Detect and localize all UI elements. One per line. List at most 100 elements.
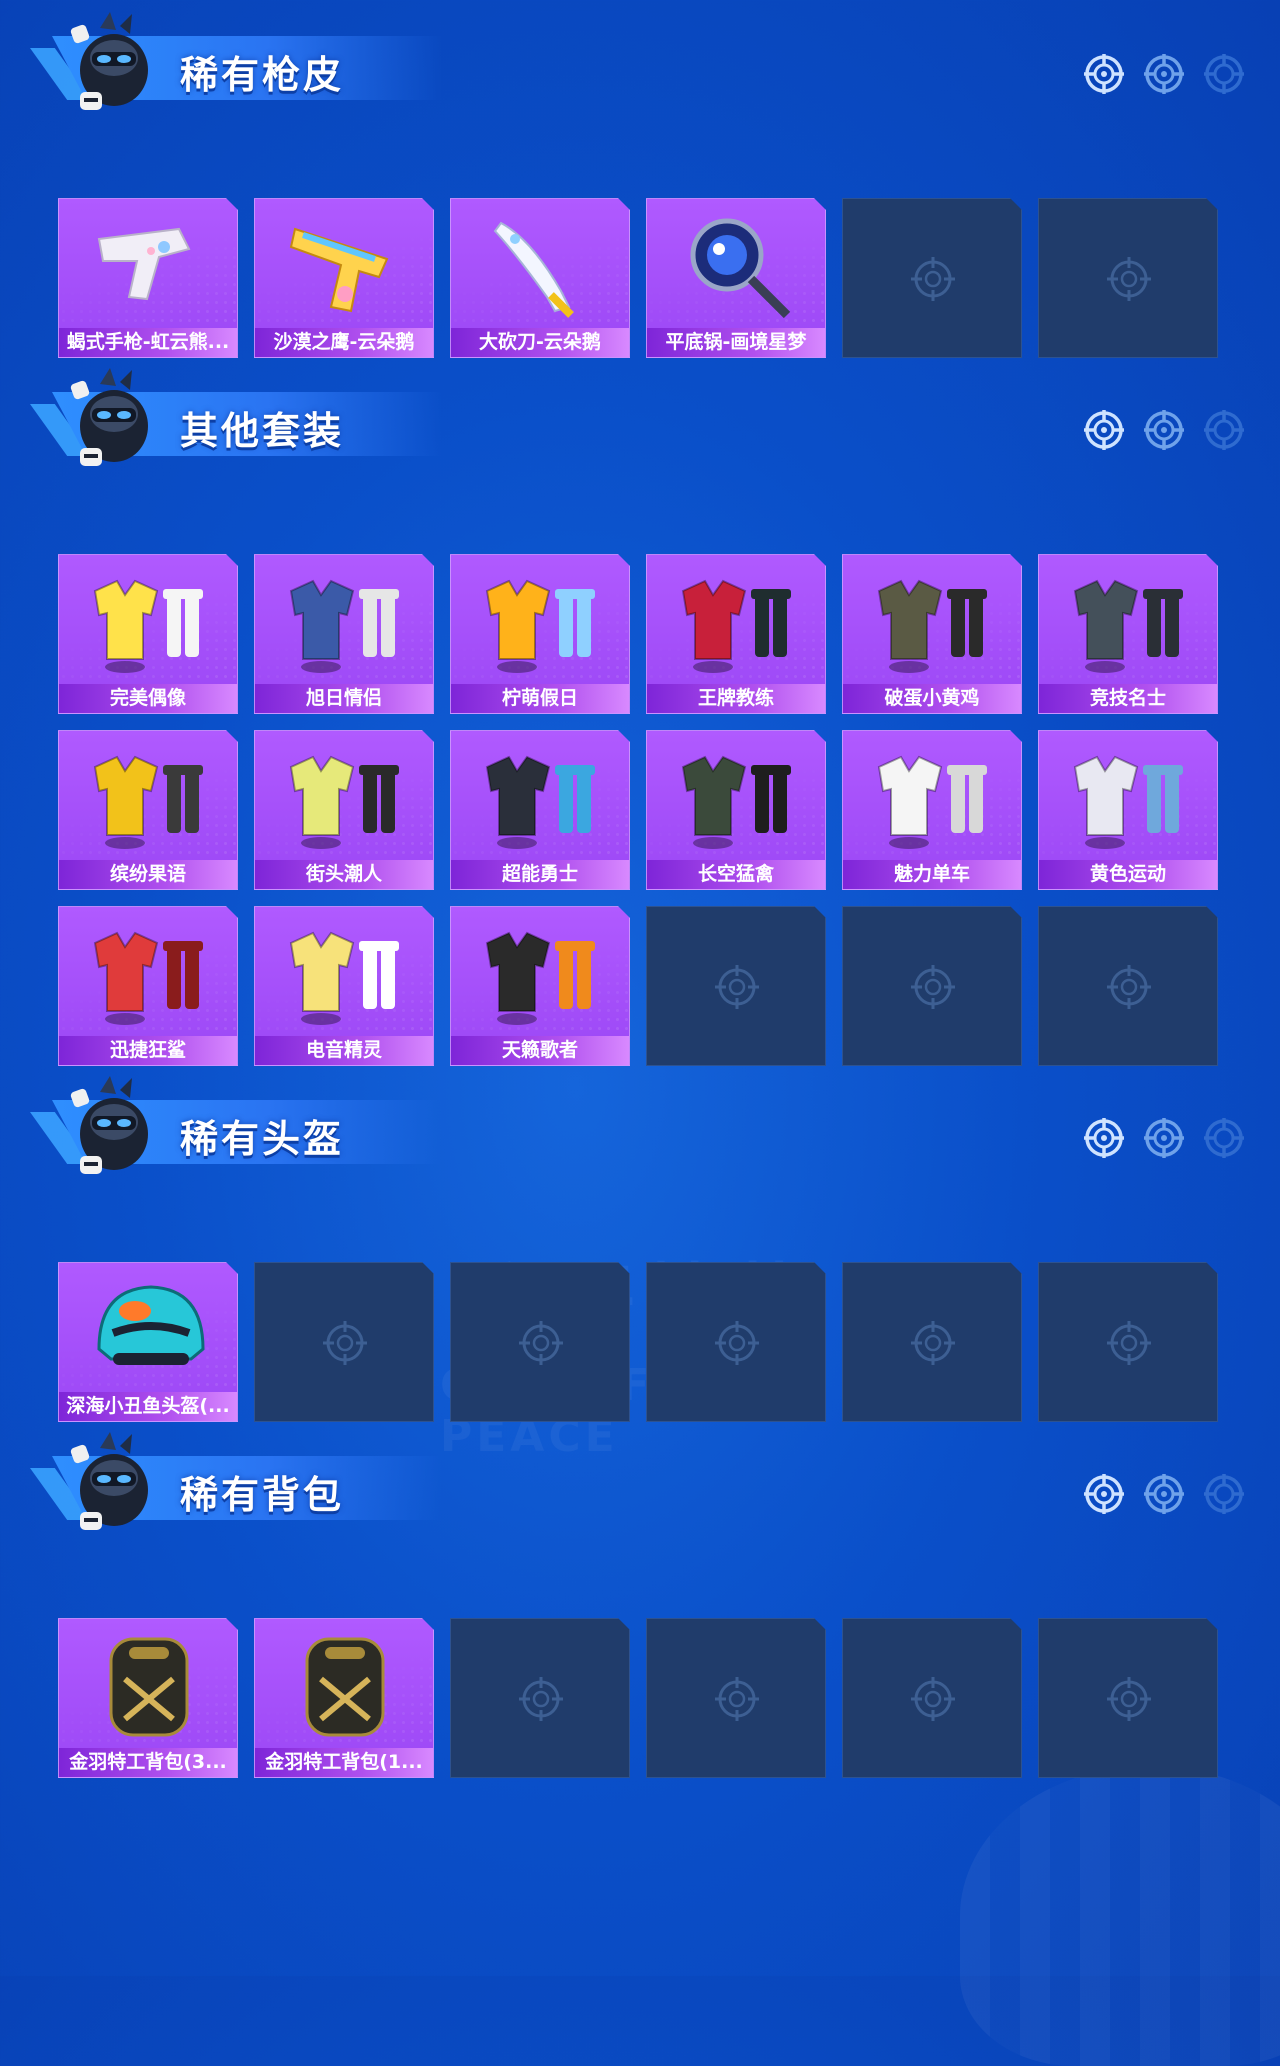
section-title: 稀有枪皮: [180, 53, 345, 97]
item-label: 金羽特工背包(3...: [59, 1748, 237, 1777]
item-label: 缤纷果语: [59, 860, 237, 889]
section-title: 稀有背包: [180, 1473, 345, 1517]
item-card[interactable]: 沙漠之鹰-云朵鹅: [254, 198, 434, 358]
empty-slot: [254, 1262, 434, 1422]
item-label: 破蛋小黄鸡: [843, 684, 1021, 713]
item-label: 王牌教练: [647, 684, 825, 713]
item-card[interactable]: 王牌教练: [646, 554, 826, 714]
empty-slot-crosshair-icon: [1104, 1674, 1154, 1724]
mascot-icon: [70, 1428, 166, 1538]
section-header: 稀有枪皮: [0, 0, 1280, 110]
item-card[interactable]: 街头潮人: [254, 730, 434, 890]
item-label: 超能勇士: [451, 860, 629, 889]
empty-slot: [842, 906, 1022, 1066]
item-label: 长空猛禽: [647, 860, 825, 889]
empty-slot: [1038, 1262, 1218, 1422]
empty-slot-crosshair-icon: [712, 962, 762, 1012]
pistol-skin-icon: [255, 199, 434, 329]
item-label: 完美偶像: [59, 684, 237, 713]
frying-pan-skin-icon: [647, 199, 826, 329]
crosshair-icon: [1142, 408, 1186, 452]
item-card[interactable]: 缤纷果语: [58, 730, 238, 890]
outfit-icon: [1039, 555, 1218, 685]
crosshair-icon: [1142, 52, 1186, 96]
empty-slot-crosshair-icon: [1104, 1318, 1154, 1368]
item-label: 旭日情侣: [255, 684, 433, 713]
item-card[interactable]: 迅捷狂鲨: [58, 906, 238, 1066]
item-label: 大砍刀-云朵鹅: [451, 328, 629, 357]
item-grid: 蝎式手枪-虹云熊... 沙漠之鹰-云朵鹅 大砍刀-云朵鹅 平底锅-画境星梦: [58, 198, 1218, 358]
empty-slot: [1038, 906, 1218, 1066]
item-card[interactable]: 黄色运动: [1038, 730, 1218, 890]
empty-slot-crosshair-icon: [908, 254, 958, 304]
item-label: 平底锅-画境星梦: [647, 328, 825, 357]
item-card[interactable]: 旭日情侣: [254, 554, 434, 714]
empty-slot-crosshair-icon: [320, 1318, 370, 1368]
item-card[interactable]: 超能勇士: [450, 730, 630, 890]
item-label: 黄色运动: [1039, 860, 1217, 889]
backpack-icon: [255, 1619, 434, 1749]
item-grid: 金羽特工背包(3... 金羽特工背包(1...: [58, 1618, 1218, 1778]
item-label: 深海小丑鱼头盔(...: [59, 1392, 237, 1421]
outfit-icon: [451, 555, 630, 685]
outfit-icon: [451, 907, 630, 1037]
crosshair-icon: [1202, 1472, 1246, 1516]
item-card[interactable]: 天籁歌者: [450, 906, 630, 1066]
crosshair-decoration: [1082, 408, 1246, 452]
empty-slot-crosshair-icon: [712, 1674, 762, 1724]
item-card[interactable]: 深海小丑鱼头盔(...: [58, 1262, 238, 1422]
helmet-icon: [59, 1263, 238, 1393]
crosshair-icon: [1202, 52, 1246, 96]
empty-slot-crosshair-icon: [516, 1318, 566, 1368]
smg-skin-icon: [59, 199, 238, 329]
item-card[interactable]: 魅力单车: [842, 730, 1022, 890]
item-label: 街头潮人: [255, 860, 433, 889]
empty-slot: [1038, 198, 1218, 358]
outfit-icon: [255, 555, 434, 685]
empty-slot-crosshair-icon: [908, 1674, 958, 1724]
item-card[interactable]: 完美偶像: [58, 554, 238, 714]
outfit-icon: [843, 731, 1022, 861]
item-card[interactable]: 破蛋小黄鸡: [842, 554, 1022, 714]
item-card[interactable]: 金羽特工背包(3...: [58, 1618, 238, 1778]
item-card[interactable]: 大砍刀-云朵鹅: [450, 198, 630, 358]
outfit-icon: [647, 731, 826, 861]
crosshair-decoration: [1082, 1472, 1246, 1516]
item-card[interactable]: 柠萌假日: [450, 554, 630, 714]
outfit-icon: [255, 731, 434, 861]
section-header: 稀有背包: [0, 1420, 1280, 1530]
item-card[interactable]: 平底锅-画境星梦: [646, 198, 826, 358]
item-card[interactable]: 长空猛禽: [646, 730, 826, 890]
item-card[interactable]: 蝎式手枪-虹云熊...: [58, 198, 238, 358]
empty-slot: [1038, 1618, 1218, 1778]
item-label: 柠萌假日: [451, 684, 629, 713]
item-card[interactable]: 金羽特工背包(1...: [254, 1618, 434, 1778]
crosshair-icon: [1082, 1116, 1126, 1160]
section-header: 稀有头盔: [0, 1064, 1280, 1174]
outfit-icon: [255, 907, 434, 1037]
outfit-icon: [59, 731, 238, 861]
section-title: 稀有头盔: [180, 1117, 345, 1161]
item-card[interactable]: 电音精灵: [254, 906, 434, 1066]
empty-slot-crosshair-icon: [908, 1318, 958, 1368]
item-label: 天籁歌者: [451, 1036, 629, 1065]
crosshair-icon: [1082, 52, 1126, 96]
outfit-icon: [59, 555, 238, 685]
empty-slot-crosshair-icon: [516, 1674, 566, 1724]
item-label: 金羽特工背包(1...: [255, 1748, 433, 1777]
empty-slot: [646, 1262, 826, 1422]
item-grid: 深海小丑鱼头盔(...: [58, 1262, 1218, 1422]
empty-slot: [646, 1618, 826, 1778]
crosshair-decoration: [1082, 1116, 1246, 1160]
outfit-icon: [1039, 731, 1218, 861]
crosshair-icon: [1142, 1116, 1186, 1160]
item-label: 魅力单车: [843, 860, 1021, 889]
crosshair-icon: [1082, 1472, 1126, 1516]
machete-skin-icon: [451, 199, 630, 329]
empty-slot-crosshair-icon: [712, 1318, 762, 1368]
item-card[interactable]: 竞技名士: [1038, 554, 1218, 714]
section-4: 稀有背包金羽特工背包(3... 金羽特工背包(1...: [0, 1420, 1280, 1778]
outfit-icon: [647, 555, 826, 685]
section-title: 其他套装: [180, 409, 345, 453]
item-label: 竞技名士: [1039, 684, 1217, 713]
